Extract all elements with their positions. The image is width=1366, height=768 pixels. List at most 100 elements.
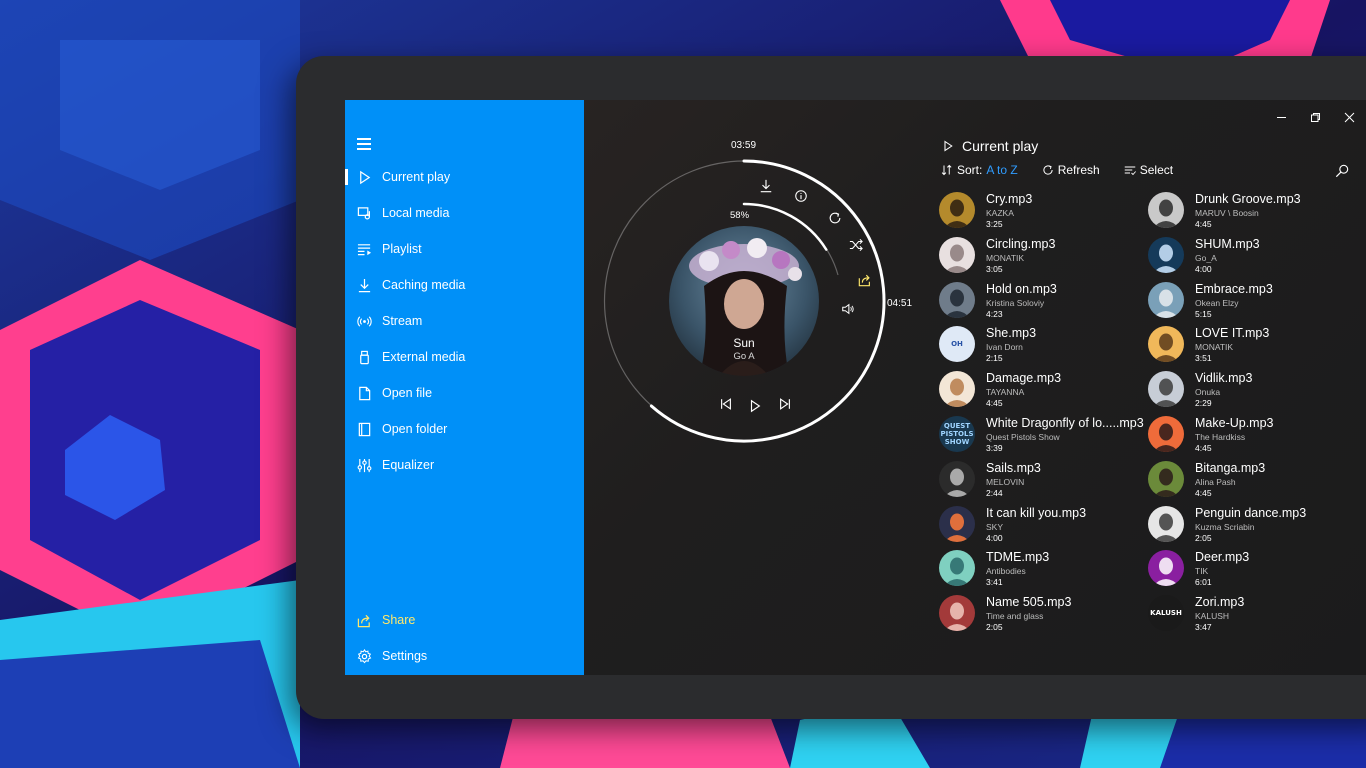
- close-button[interactable]: [1332, 104, 1366, 130]
- select-button[interactable]: Select: [1124, 163, 1173, 177]
- sidebar-item-open-folder[interactable]: Open folder: [345, 414, 584, 444]
- info-button[interactable]: [793, 188, 809, 204]
- hamburger-menu-button[interactable]: [357, 138, 371, 150]
- sidebar-item-open-file[interactable]: Open file: [345, 378, 584, 408]
- track-item[interactable]: Penguin dance.mp3 Kuzma Scriabin 2:05: [1148, 504, 1353, 546]
- refresh-icon: [1043, 165, 1053, 175]
- track-item[interactable]: Make-Up.mp3 The Hardkiss 4:45: [1148, 414, 1353, 456]
- track-item[interactable]: LOVE IT.mp3 MONATIK 3:51: [1148, 324, 1353, 366]
- track-item[interactable]: Deer.mp3 TIK 6:01: [1148, 548, 1353, 590]
- sort-button[interactable]: Sort: A to Z: [941, 163, 1018, 177]
- track-cover: [939, 281, 975, 318]
- refresh-label: Refresh: [1057, 163, 1100, 177]
- download-button[interactable]: [758, 178, 774, 194]
- sidebar-item-current-play[interactable]: Current play: [345, 162, 584, 192]
- track-duration: 3:25: [986, 219, 1003, 229]
- track-name: TDME.mp3: [986, 550, 1050, 565]
- playlist-header: Current play: [942, 138, 1038, 154]
- select-list-icon: [1124, 166, 1136, 176]
- sidebar-item-label: Open folder: [382, 422, 448, 436]
- track-cover: [939, 371, 975, 408]
- repeat-icon: [829, 212, 841, 224]
- repeat-button[interactable]: [827, 210, 843, 226]
- shuffle-button[interactable]: [848, 237, 864, 253]
- sidebar-item-external-media[interactable]: External media: [345, 342, 584, 372]
- track-duration: 2:15: [986, 353, 1003, 364]
- sidebar-item-share[interactable]: Share: [345, 605, 584, 635]
- track-duration: 2:05: [1195, 532, 1212, 543]
- track-item[interactable]: SHUM.mp3 Go_A 4:00: [1148, 235, 1353, 277]
- track-name: Damage.mp3: [986, 371, 1062, 386]
- track-name: Deer.mp3: [1195, 550, 1250, 565]
- restore-button[interactable]: [1298, 104, 1332, 130]
- track-item[interactable]: Bitanga.mp3 Alina Pash 4:45: [1148, 459, 1353, 501]
- track-name: Sails.mp3: [986, 460, 1041, 475]
- track-duration: 3:51: [1195, 353, 1212, 364]
- track-item[interactable]: Circling.mp3 MONATIK 3:05: [939, 235, 1144, 277]
- track-cover: [1148, 371, 1184, 408]
- refresh-button[interactable]: Refresh: [1042, 163, 1100, 177]
- track-name: SHUM.mp3: [1195, 236, 1260, 251]
- minimize-button[interactable]: [1264, 104, 1298, 130]
- track-item[interactable]: ОН She.mp3 Ivan Dorn 2:15: [939, 324, 1144, 366]
- track-cover: [939, 595, 975, 632]
- track-item[interactable]: Damage.mp3 TAYANNA 4:45: [939, 369, 1144, 411]
- sidebar-item-stream[interactable]: Stream: [345, 306, 584, 336]
- window-controls: [1264, 104, 1366, 130]
- track-artist: Alina Pash: [1195, 476, 1236, 487]
- play-button[interactable]: [747, 398, 763, 414]
- track-duration: 4:23: [986, 308, 1003, 319]
- track-cover: [939, 236, 975, 273]
- restore-icon: [1310, 112, 1320, 122]
- track-name: Embrace.mp3: [1195, 281, 1273, 296]
- download-icon: [760, 179, 772, 193]
- track-cover: QUEST PISTOLS SHOW: [939, 416, 975, 452]
- cover-text: ОН: [951, 340, 963, 349]
- track-duration: 2:29: [1195, 398, 1212, 409]
- track-artist: MONATIK: [986, 252, 1025, 263]
- track-name: Make-Up.mp3: [1195, 416, 1274, 430]
- previous-button[interactable]: [718, 396, 734, 412]
- search-button[interactable]: [1335, 164, 1349, 178]
- track-artist: Onuka: [1195, 387, 1221, 398]
- total-time: 04:51: [887, 298, 913, 309]
- track-item[interactable]: Name 505.mp3 Time and glass 2:05: [939, 593, 1144, 635]
- sidebar-item-equalizer[interactable]: Equalizer: [345, 450, 584, 480]
- track-name: Cry.mp3: [986, 192, 1033, 206]
- volume-percent: 58%: [730, 210, 750, 221]
- info-icon: [795, 190, 807, 202]
- song-artist: Go A: [733, 351, 755, 362]
- next-button[interactable]: [777, 396, 793, 412]
- sidebar-item-label: Current play: [382, 170, 451, 184]
- track-item[interactable]: Cry.mp3 KAZKA 3:25: [939, 190, 1144, 232]
- sidebar-item-caching-media[interactable]: Caching media: [345, 270, 584, 300]
- sidebar-item-settings[interactable]: Settings: [345, 641, 584, 671]
- track-name: Bitanga.mp3: [1195, 460, 1266, 475]
- share-track-button[interactable]: [857, 272, 873, 288]
- track-item[interactable]: Embrace.mp3 Okean Elzy 5:15: [1148, 280, 1353, 322]
- track-item[interactable]: KALUSH Zori.mp3 KALUSH 3:47: [1148, 593, 1353, 635]
- track-artist: Kuzma Scriabin: [1195, 521, 1255, 532]
- sidebar: Current play Local media Playlist Cachin…: [345, 100, 584, 675]
- volume-button[interactable]: [840, 301, 856, 317]
- search-icon: [1335, 164, 1349, 178]
- track-cover: [1148, 505, 1184, 542]
- track-item[interactable]: QUEST PISTOLS SHOW White Dragonfly of lo.…: [939, 414, 1144, 456]
- track-artist: Ivan Dorn: [986, 342, 1023, 353]
- track-cover: [939, 505, 975, 542]
- track-item[interactable]: TDME.mp3 Antibodies 3:41: [939, 548, 1144, 590]
- track-item[interactable]: Hold on.mp3 Kristina Soloviy 4:23: [939, 280, 1144, 322]
- sidebar-item-label: External media: [382, 350, 466, 364]
- sidebar-item-local-media[interactable]: Local media: [345, 198, 584, 228]
- track-name: Name 505.mp3: [986, 595, 1072, 610]
- track-item[interactable]: Sails.mp3 MELOVIN 2:44: [939, 459, 1144, 501]
- track-artist: KAZKA: [986, 208, 1014, 218]
- track-name: Penguin dance.mp3: [1195, 505, 1307, 520]
- track-cover: [1148, 281, 1184, 318]
- track-item[interactable]: It can kill you.mp3 SKY 4:00: [939, 504, 1144, 546]
- sidebar-item-playlist[interactable]: Playlist: [345, 234, 584, 264]
- track-item[interactable]: Drunk Groove.mp3 MARUV \ Boosin 4:45: [1148, 190, 1353, 232]
- share-icon: [356, 612, 372, 628]
- track-item[interactable]: Vidlik.mp3 Onuka 2:29: [1148, 369, 1353, 411]
- cover-text: QUEST PISTOLS SHOW: [940, 422, 974, 446]
